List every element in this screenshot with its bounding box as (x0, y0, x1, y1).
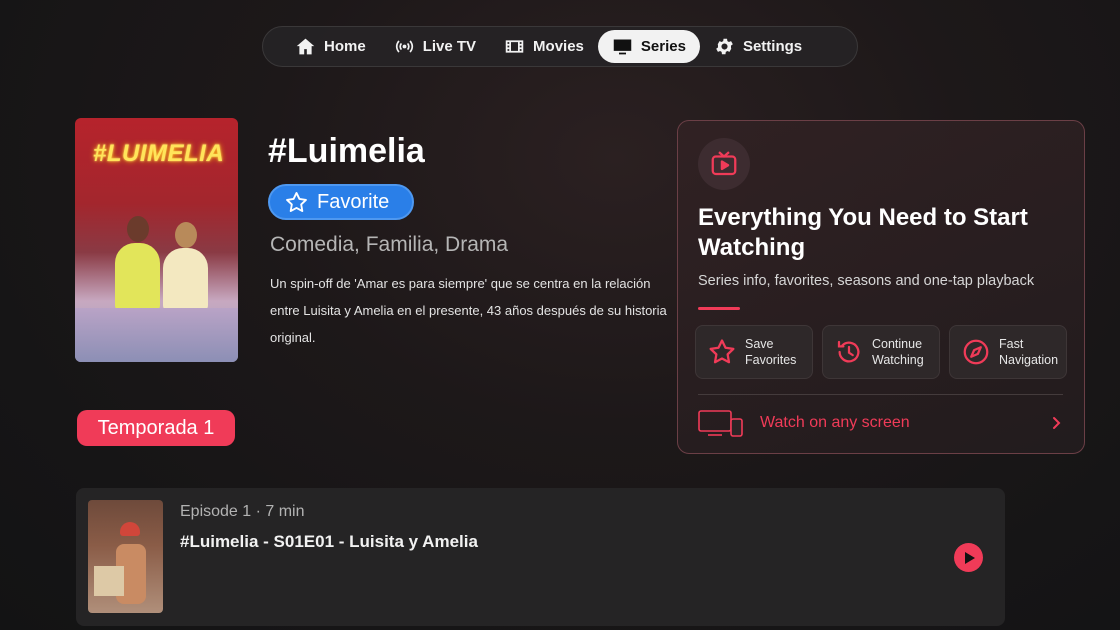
feature-save-favorites[interactable]: Save Favorites (695, 325, 813, 379)
play-icon (964, 551, 975, 564)
nav-series-label: Series (640, 38, 686, 55)
favorite-label: Favorite (317, 190, 390, 213)
history-icon (837, 340, 860, 363)
chevron-right-icon (1053, 417, 1061, 429)
nav-settings[interactable]: Settings (700, 30, 816, 63)
watch-any-screen-link[interactable]: Watch on any screen (698, 407, 1063, 439)
nav-home-label: Home (324, 38, 366, 55)
tv-icon (613, 39, 632, 55)
feature-continue-watching[interactable]: Continue Watching (822, 325, 940, 379)
nav-live-tv[interactable]: Live TV (380, 30, 490, 63)
nav-movies-label: Movies (533, 38, 584, 55)
promo-subtitle: Series info, favorites, seasons and one-… (698, 273, 1035, 289)
feature-label-line1: Save (745, 337, 774, 351)
promo-divider (698, 394, 1063, 395)
promo-card: Everything You Need to Start Watching Se… (677, 120, 1085, 454)
season-label: Temporada 1 (97, 416, 215, 439)
top-nav: Home Live TV Movies Series Settings (262, 26, 858, 67)
season-selector[interactable]: Temporada 1 (77, 410, 235, 446)
episode-thumbnail (88, 500, 163, 613)
film-icon (505, 40, 524, 53)
play-button[interactable] (954, 543, 983, 572)
nav-home[interactable]: Home (281, 30, 380, 63)
feature-label-line2: Navigation (999, 353, 1059, 367)
feature-label-line2: Watching (872, 353, 924, 367)
tv-play-icon (698, 138, 750, 190)
nav-live-tv-label: Live TV (422, 38, 477, 55)
star-icon (709, 339, 735, 364)
series-poster: #LUIMELIA (75, 118, 238, 362)
series-synopsis: Un spin-off de 'Amar es para siempre' qu… (270, 276, 667, 345)
compass-icon (963, 339, 989, 365)
feature-fast-navigation[interactable]: Fast Navigation (949, 325, 1067, 379)
watch-any-screen-label: Watch on any screen (760, 414, 910, 431)
feature-label-line1: Continue (872, 337, 923, 351)
feature-label-line1: Fast (999, 337, 1024, 351)
broadcast-icon (395, 40, 413, 53)
episode-title: #Luimelia - S01E01 - Luisita y Amelia (180, 532, 478, 551)
poster-logo-text: #LUIMELIA (93, 140, 225, 167)
episode-row[interactable]: Episode 1 · 7 min #Luimelia - S01E01 - L… (76, 488, 1005, 626)
episode-meta: Episode 1 · 7 min (180, 503, 305, 520)
series-genres: Comedia, Familia, Drama (270, 233, 509, 256)
series-title: #Luimelia (268, 132, 425, 170)
gear-icon (716, 38, 733, 55)
favorite-button[interactable]: Favorite (268, 184, 414, 220)
devices-icon (698, 410, 743, 437)
nav-movies[interactable]: Movies (490, 30, 598, 63)
promo-accent-line (698, 307, 740, 310)
feature-label-line2: Favorites (745, 353, 797, 367)
nav-settings-label: Settings (742, 38, 803, 55)
promo-title: Everything You Need to Start Watching (698, 204, 1028, 261)
home-icon (296, 38, 315, 55)
star-outline-icon (286, 191, 307, 212)
nav-series[interactable]: Series (597, 30, 700, 63)
